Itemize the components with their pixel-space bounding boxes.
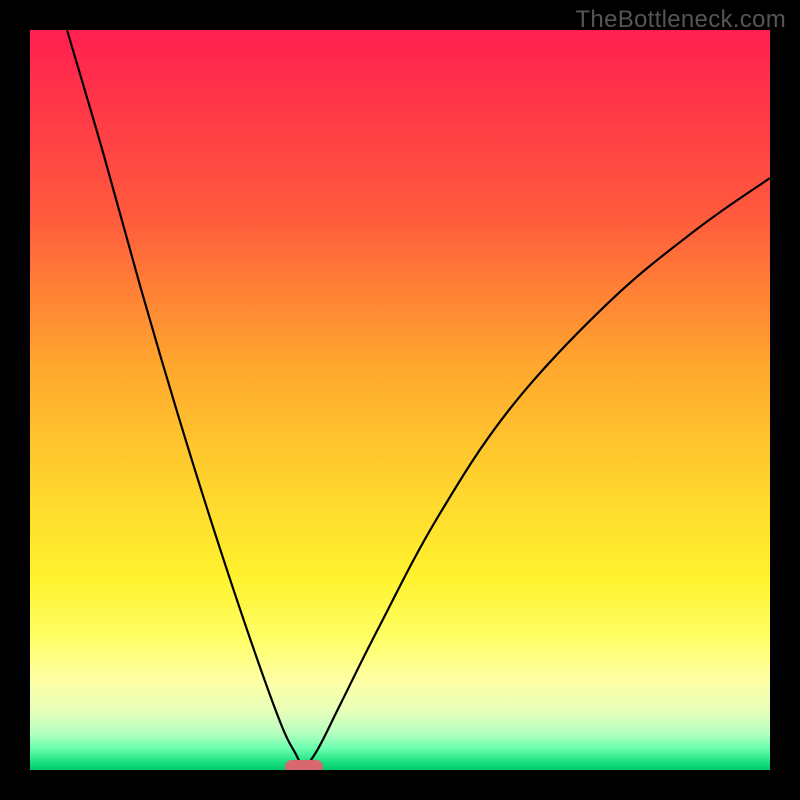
optimum-marker — [285, 760, 323, 770]
chart-frame: TheBottleneck.com — [0, 0, 800, 800]
plot-area — [30, 30, 770, 770]
bottleneck-curve — [30, 30, 770, 770]
watermark-text: TheBottleneck.com — [575, 6, 786, 34]
